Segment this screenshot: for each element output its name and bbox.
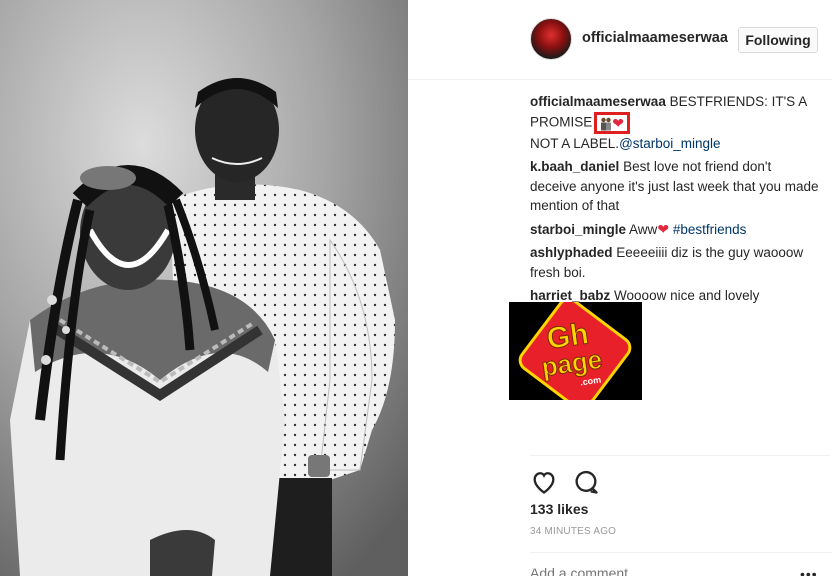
post-header: officialmaameserwaa Following: [408, 0, 832, 80]
heart-emoji-icon: ❤: [612, 114, 624, 131]
caption: officialmaameserwaa BESTFRIENDS: IT'S A …: [530, 92, 820, 153]
caption-text-line2: PROMISE: [530, 114, 593, 130]
post-details-panel: officialmaameserwaa Following officialma…: [408, 0, 832, 576]
comment-username[interactable]: ashlyphaded: [530, 245, 613, 260]
comment-bubble-icon[interactable]: [572, 468, 600, 496]
avatar[interactable]: [530, 18, 572, 60]
comment-text: Aww: [629, 221, 658, 237]
comment-username[interactable]: k.baah_daniel: [530, 159, 619, 174]
more-options-icon[interactable]: •••: [800, 566, 818, 576]
couple-emoji-icon: [601, 117, 612, 131]
comment-text: Woooow nice and lovely: [614, 288, 760, 303]
following-button[interactable]: Following: [738, 27, 818, 53]
comment-item: starboi_mingle Aww❤ #bestfriends: [530, 220, 820, 240]
comment-item: k.baah_daniel Best love not friend don't…: [530, 157, 820, 216]
likes-count[interactable]: 133 likes: [530, 501, 588, 517]
hashtag-link[interactable]: #bestfriends: [673, 222, 747, 237]
caption-username[interactable]: officialmaameserwaa: [530, 94, 666, 109]
heart-like-icon[interactable]: [530, 468, 558, 496]
comment-item: ashlyphaded Eeeeeiiii diz is the guy wao…: [530, 243, 820, 282]
post-username[interactable]: officialmaameserwaa: [582, 30, 728, 46]
caption-mention-link[interactable]: @starboi_mingle: [619, 136, 721, 151]
ghpage-logo-image: Gh page .com: [509, 302, 642, 400]
comments-list: officialmaameserwaa BESTFRIENDS: IT'S A …: [530, 92, 820, 310]
action-bar: [530, 455, 830, 494]
post-timestamp[interactable]: 34 MINUTES AGO: [530, 526, 616, 537]
post-photo: [0, 0, 408, 576]
comment-username[interactable]: harriet_babz: [530, 288, 610, 303]
add-comment-input[interactable]: [530, 565, 780, 576]
ghpage-logo: Gh page .com: [509, 302, 642, 400]
comment-username[interactable]: starboi_mingle: [530, 222, 626, 237]
divider: [530, 552, 832, 553]
caption-text-line1: BESTFRIENDS: IT'S A: [669, 94, 808, 109]
highlight-box: ❤: [594, 111, 630, 134]
heart-emoji-icon: ❤: [657, 220, 670, 237]
caption-text-line3: NOT A LABEL.: [530, 135, 620, 151]
post-photo-image: [0, 0, 408, 576]
